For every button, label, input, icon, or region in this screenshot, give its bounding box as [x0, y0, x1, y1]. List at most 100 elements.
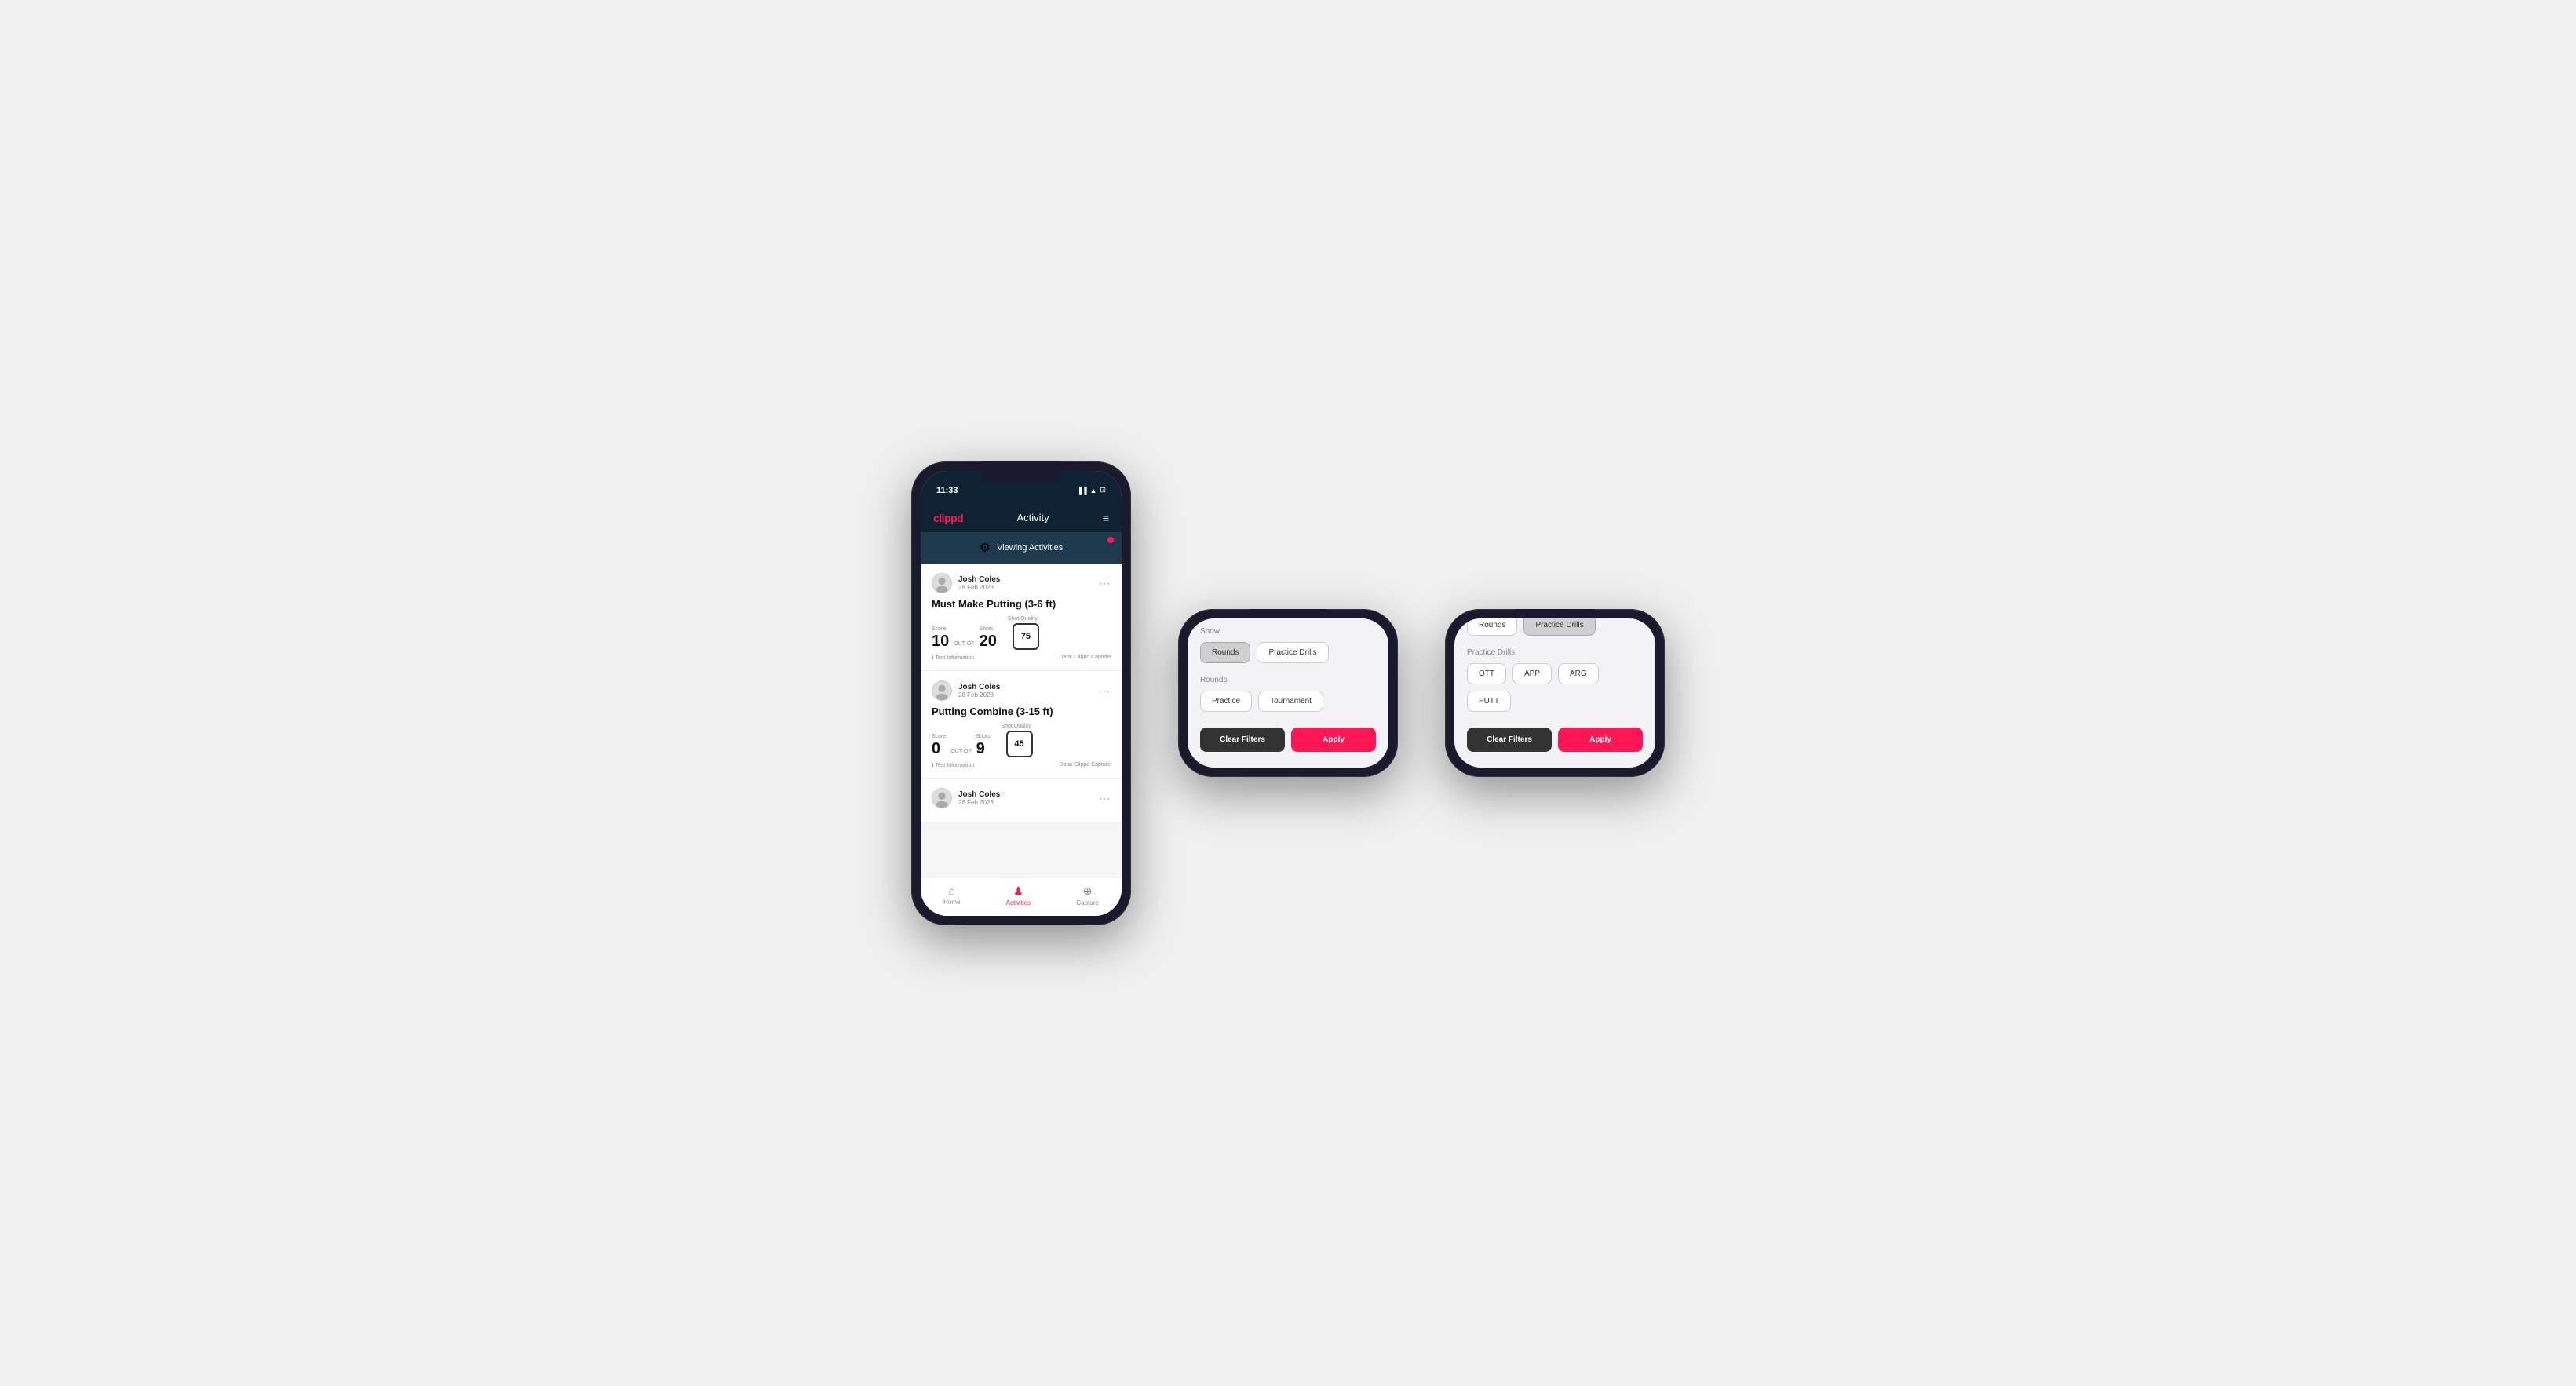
tab-capture[interactable]: ⊕ Capture [1076, 884, 1098, 906]
activity-header-3: Josh Coles 28 Feb 2023 ··· [932, 788, 1111, 808]
score-stat-2: Score 0 [932, 734, 946, 757]
filter-btn-rounds-2[interactable]: Rounds [1200, 642, 1250, 663]
user-details-1: Josh Coles 28 Feb 2023 [958, 575, 1000, 591]
score-label-1: Score [932, 626, 949, 632]
user-details-2: Josh Coles 28 Feb 2023 [958, 683, 1000, 698]
filter-overlay-2: Filter ✕ Show Rounds Practice Drills Rou… [1188, 618, 1388, 768]
shots-value-2: 9 [976, 740, 985, 757]
user-info-2: Josh Coles 28 Feb 2023 [932, 680, 1000, 701]
phone-2-content: 11:33 ▐▐ ▲ ⊡ clippd Activity ≡ ⚙ [1188, 618, 1388, 768]
apply-button-2[interactable]: Apply [1291, 728, 1376, 752]
status-time: 11:33 [936, 486, 958, 495]
more-options-1[interactable]: ··· [1099, 578, 1111, 589]
activity-title-1: Must Make Putting (3-6 ft) [932, 598, 1111, 610]
phone-3-content: 11:33 ▐▐ ▲ ⊡ clippd Activity ≡ ⚙ [1454, 618, 1655, 768]
filter-btn-tournament-2[interactable]: Tournament [1258, 691, 1323, 712]
more-options-2[interactable]: ··· [1099, 685, 1111, 696]
tab-activities[interactable]: ♟ Activities [1006, 884, 1031, 906]
filter-btn-putt-3[interactable]: PUTT [1467, 691, 1511, 712]
filter-btn-arg-3[interactable]: ARG [1558, 663, 1599, 684]
filter-btn-app-3[interactable]: APP [1512, 663, 1552, 684]
wifi-icon: ▲ [1090, 487, 1097, 494]
user-date-2: 28 Feb 2023 [958, 691, 1000, 698]
notch [982, 461, 1060, 483]
shots-label-2: Shots [976, 734, 991, 739]
out-of-2: OUT OF [950, 749, 971, 754]
filter-btn-practice-round-2[interactable]: Practice [1200, 691, 1252, 712]
phone-3: 11:33 ▐▐ ▲ ⊡ clippd Activity ≡ ⚙ [1445, 609, 1665, 777]
test-info-2: ℹ Test Information [932, 762, 974, 768]
filter-btn-ott-3[interactable]: OTT [1467, 663, 1506, 684]
activity-list: Josh Coles 28 Feb 2023 ··· Must Make Put… [921, 564, 1122, 877]
filter-btn-practice-2[interactable]: Practice Drills [1257, 642, 1328, 663]
tab-home[interactable]: ⌂ Home [943, 884, 960, 906]
user-info-1: Josh Coles 28 Feb 2023 [932, 573, 1000, 593]
shots-value-1: 20 [980, 633, 997, 650]
stats-row-1: Score 10 OUT OF Shots 20 Shot Quality 75 [932, 616, 1111, 650]
user-info-3: Josh Coles 28 Feb 2023 [932, 788, 1000, 808]
more-options-3[interactable]: ··· [1099, 793, 1111, 804]
user-name-3: Josh Coles [958, 790, 1000, 799]
data-source-2: Data: Clippd Capture [1060, 762, 1111, 768]
battery-icon: ⊡ [1100, 486, 1106, 494]
filter-btn-rounds-3[interactable]: Rounds [1467, 618, 1517, 636]
tab-activities-label: Activities [1006, 899, 1031, 906]
activities-icon: ♟ [1013, 884, 1023, 898]
filter-drills-buttons-3: OTT APP ARG PUTT [1467, 663, 1643, 712]
activity-footer-2: ℹ Test Information Data: Clippd Capture [932, 762, 1111, 768]
user-details-3: Josh Coles 28 Feb 2023 [958, 790, 1000, 806]
page-title: Activity [1016, 512, 1049, 523]
menu-icon[interactable]: ≡ [1103, 512, 1109, 524]
stats-row-2: Score 0 OUT OF Shots 9 Shot Quality 45 [932, 724, 1111, 757]
user-date-3: 28 Feb 2023 [958, 799, 1000, 806]
test-info-1: ℹ Test Information [932, 655, 974, 661]
status-icons: ▐▐ ▲ ⊡ [1077, 486, 1106, 494]
avatar-3 [932, 788, 952, 808]
shots-stat-2: Shots 9 [976, 734, 991, 757]
filter-active-dot [1107, 537, 1114, 543]
filter-show-label-2: Show [1200, 627, 1376, 636]
shot-quality-value-1: 75 [1013, 623, 1039, 650]
scene: 11:33 ▐▐ ▲ ⊡ clippd Activity ≡ ⚙ Viewing… [864, 414, 1712, 972]
shot-quality-label-2: Shot Quality [1001, 724, 1031, 729]
activity-header-2: Josh Coles 28 Feb 2023 ··· [932, 680, 1111, 701]
filter-rounds-label-2: Rounds [1200, 676, 1376, 684]
user-name-1: Josh Coles [958, 575, 1000, 584]
home-icon: ⌂ [949, 884, 955, 897]
nav-bar: clippd Activity ≡ [921, 505, 1122, 532]
tab-bar: ⌂ Home ♟ Activities ⊕ Capture [921, 877, 1122, 916]
filter-drills-label-3: Practice Drills [1467, 648, 1643, 657]
clear-filters-button-3[interactable]: Clear Filters [1467, 728, 1552, 752]
activity-title-2: Putting Combine (3-15 ft) [932, 706, 1111, 717]
phone-1-screen: 11:33 ▐▐ ▲ ⊡ clippd Activity ≡ ⚙ Viewing… [921, 471, 1122, 916]
tab-capture-label: Capture [1076, 899, 1098, 906]
score-value-2: 0 [932, 740, 940, 757]
phone-2-screen: 11:33 ▐▐ ▲ ⊡ clippd Activity ≡ ⚙ [1188, 618, 1388, 768]
filter-actions-2: Clear Filters Apply [1200, 728, 1376, 752]
activity-card-3: Josh Coles 28 Feb 2023 ··· [921, 779, 1122, 823]
viewing-activities-bar[interactable]: ⚙ Viewing Activities [921, 532, 1122, 564]
clear-filters-button-2[interactable]: Clear Filters [1200, 728, 1285, 752]
shots-stat-1: Shots 20 [980, 626, 997, 650]
shot-quality-value-2: 45 [1006, 731, 1033, 757]
score-stat-1: Score 10 [932, 626, 949, 650]
filter-rounds-buttons-2: Practice Tournament [1200, 691, 1376, 712]
viewing-activities-text: Viewing Activities [997, 543, 1063, 553]
activity-card-2: Josh Coles 28 Feb 2023 ··· Putting Combi… [921, 671, 1122, 779]
capture-icon: ⊕ [1083, 884, 1093, 898]
shot-quality-wrapper-2: Shot Quality 45 [1000, 724, 1033, 757]
data-source-1: Data: Clippd Capture [1060, 655, 1111, 660]
filter-show-buttons-3: Rounds Practice Drills [1467, 618, 1643, 636]
filter-sheet-2: Filter ✕ Show Rounds Practice Drills Rou… [1188, 618, 1388, 768]
out-of-1: OUT OF [954, 641, 974, 647]
user-name-2: Josh Coles [958, 683, 1000, 691]
avatar-1 [932, 573, 952, 593]
app-logo: clippd [933, 512, 963, 524]
score-value-1: 10 [932, 633, 949, 650]
activity-footer-1: ℹ Test Information Data: Clippd Capture [932, 655, 1111, 661]
apply-button-3[interactable]: Apply [1558, 728, 1643, 752]
score-label-2: Score [932, 734, 946, 739]
filter-sheet-3: Filter ✕ Show Rounds Practice Drills Pra… [1454, 618, 1655, 768]
filter-btn-practice-3[interactable]: Practice Drills [1523, 618, 1595, 636]
tab-home-label: Home [943, 899, 960, 906]
